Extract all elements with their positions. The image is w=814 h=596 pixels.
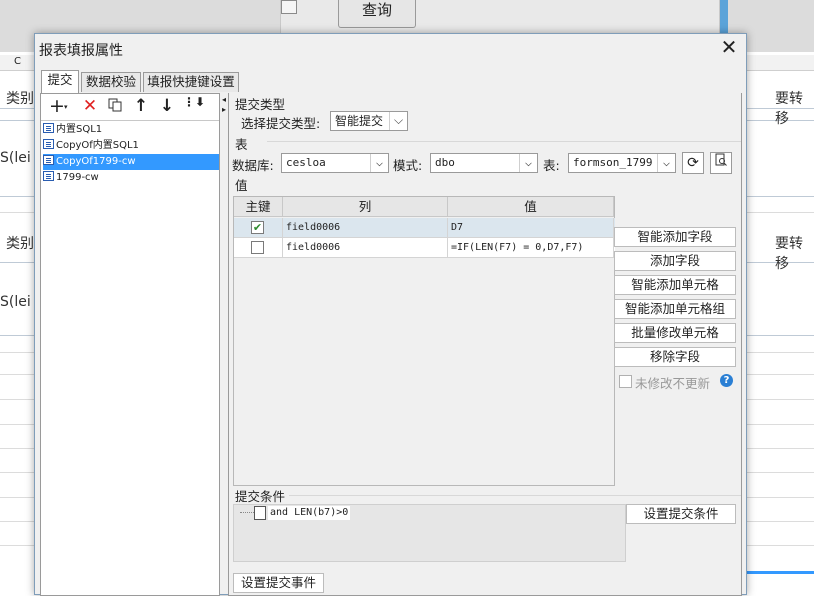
table-row[interactable]: field0006 =IF(LEN(F7) = 0,D7,F7) (234, 238, 615, 258)
value-section-title: 值 (235, 178, 248, 193)
expand-right-icon[interactable]: ▸ (222, 105, 226, 114)
move-up-icon[interactable]: ↑ (131, 97, 151, 117)
bg-cell-right: 要转移 (775, 91, 803, 127)
no-update-unmodified-checkbox[interactable] (619, 375, 632, 388)
move-down-icon[interactable]: ↓ (157, 97, 177, 117)
schema-select[interactable]: dbo ⌵ (430, 153, 538, 173)
field-mapping-table: 主键 列 值 ✔ field0006 D7 field0006 =IF(LEN(… (233, 196, 615, 486)
submit-type-label: 选择提交类型: (241, 116, 321, 131)
sql-icon (43, 123, 54, 133)
primary-key-checkbox[interactable] (251, 241, 264, 254)
set-condition-button[interactable]: 设置提交条件 (626, 504, 736, 524)
bg-cell-category: 类别 (6, 236, 34, 252)
submit-type-section-title: 提交类型 (235, 97, 286, 112)
smart-add-cell-button[interactable]: 智能添加单元格 (614, 275, 736, 295)
tab-data-validation[interactable]: 数据校验 (81, 72, 141, 92)
bg-cell-right: 要转移 (775, 236, 803, 272)
report-fill-properties-dialog: 报表填报属性 ✕ 提交 数据校验 填报快捷键设置 + ▾ ✕ ↑ ↓ ⋮⬇ 内置… (34, 33, 747, 596)
sql-list-panel: + ▾ ✕ ↑ ↓ ⋮⬇ 内置SQL1 CopyOf内置SQL1 CopyOf1… (40, 93, 220, 596)
condition-section-title: 提交条件 (235, 489, 286, 504)
close-icon[interactable]: ✕ (719, 37, 739, 58)
column-header-column: 列 (283, 197, 448, 217)
bg-cell-category: 类别 (6, 91, 34, 107)
sql-icon (43, 171, 54, 181)
chevron-down-icon: ⌵ (389, 112, 407, 130)
tab-shortcut-settings[interactable]: 填报快捷键设置 (143, 72, 239, 92)
table-label: 表: (543, 158, 560, 173)
collapse-left-icon[interactable]: ◂ (222, 95, 226, 104)
sql-icon (43, 139, 54, 149)
tree-item[interactable]: 内置SQL1 (43, 122, 219, 138)
refresh-icon[interactable]: ⟳ (682, 152, 704, 174)
column-header-c: C (14, 56, 21, 67)
no-update-unmodified-label: 未修改不更新 (635, 376, 711, 391)
condition-file-icon (254, 506, 266, 520)
table-select[interactable]: formson_1799 ⌵ (568, 153, 676, 173)
tree-item[interactable]: CopyOf内置SQL1 (43, 138, 219, 154)
tab-submit[interactable]: 提交 (41, 70, 79, 93)
database-select[interactable]: cesloa ⌵ (281, 153, 389, 173)
chevron-down-icon: ⌵ (657, 154, 675, 172)
smart-add-field-button[interactable]: 智能添加字段 (614, 227, 736, 247)
preview-icon[interactable] (710, 152, 732, 174)
copy-icon[interactable] (105, 97, 125, 117)
column-header-primary-key: 主键 (234, 197, 283, 217)
batch-modify-cells-button[interactable]: 批量修改单元格 (614, 323, 736, 343)
remove-field-button[interactable]: 移除字段 (614, 347, 736, 367)
column-header-value: 值 (448, 197, 614, 217)
primary-key-checkbox[interactable]: ✔ (251, 221, 264, 234)
value-cell[interactable]: =IF(LEN(F7) = 0,D7,F7) (448, 238, 614, 258)
bg-cell-lei: S(lei (0, 150, 31, 166)
schema-label: 模式: (393, 158, 423, 173)
delete-icon[interactable]: ✕ (80, 97, 100, 117)
dialog-title: 报表填报属性 (39, 43, 123, 59)
background-icon (281, 0, 297, 14)
set-submit-event-button[interactable]: 设置提交事件 (233, 573, 324, 593)
submit-type-select[interactable]: 智能提交 ⌵ (330, 111, 408, 131)
add-field-button[interactable]: 添加字段 (614, 251, 736, 271)
bg-cell-lei: S(lei (0, 294, 31, 310)
value-cell[interactable]: D7 (448, 218, 614, 238)
help-icon[interactable]: ? (720, 374, 733, 387)
column-cell[interactable]: field0006 (283, 218, 448, 238)
chevron-down-icon: ⌵ (519, 154, 537, 172)
tree-item-selected[interactable]: CopyOf1799-cw (43, 154, 219, 170)
sql-icon (43, 155, 54, 165)
table-section-title: 表 (235, 137, 248, 152)
submit-settings-panel: 提交类型 选择提交类型: 智能提交 ⌵ 表 数据库: cesloa ⌵ 模式: db… (228, 93, 742, 596)
condition-tree[interactable]: and LEN(b7)>0 (233, 504, 626, 562)
column-cell[interactable]: field0006 (283, 238, 448, 258)
table-row[interactable]: ✔ field0006 D7 (234, 218, 615, 238)
smart-add-cell-group-button[interactable]: 智能添加单元格组 (614, 299, 736, 319)
chevron-down-icon: ⌵ (370, 154, 388, 172)
condition-item[interactable]: and LEN(b7)>0 (268, 506, 351, 520)
move-bottom-icon[interactable]: ⋮⬇ (183, 96, 205, 117)
database-label: 数据库: (232, 158, 274, 173)
tree-item[interactable]: 1799-cw (43, 170, 219, 186)
query-button[interactable]: 查询 (338, 0, 416, 28)
add-dropdown-icon[interactable]: ▾ (64, 103, 68, 111)
